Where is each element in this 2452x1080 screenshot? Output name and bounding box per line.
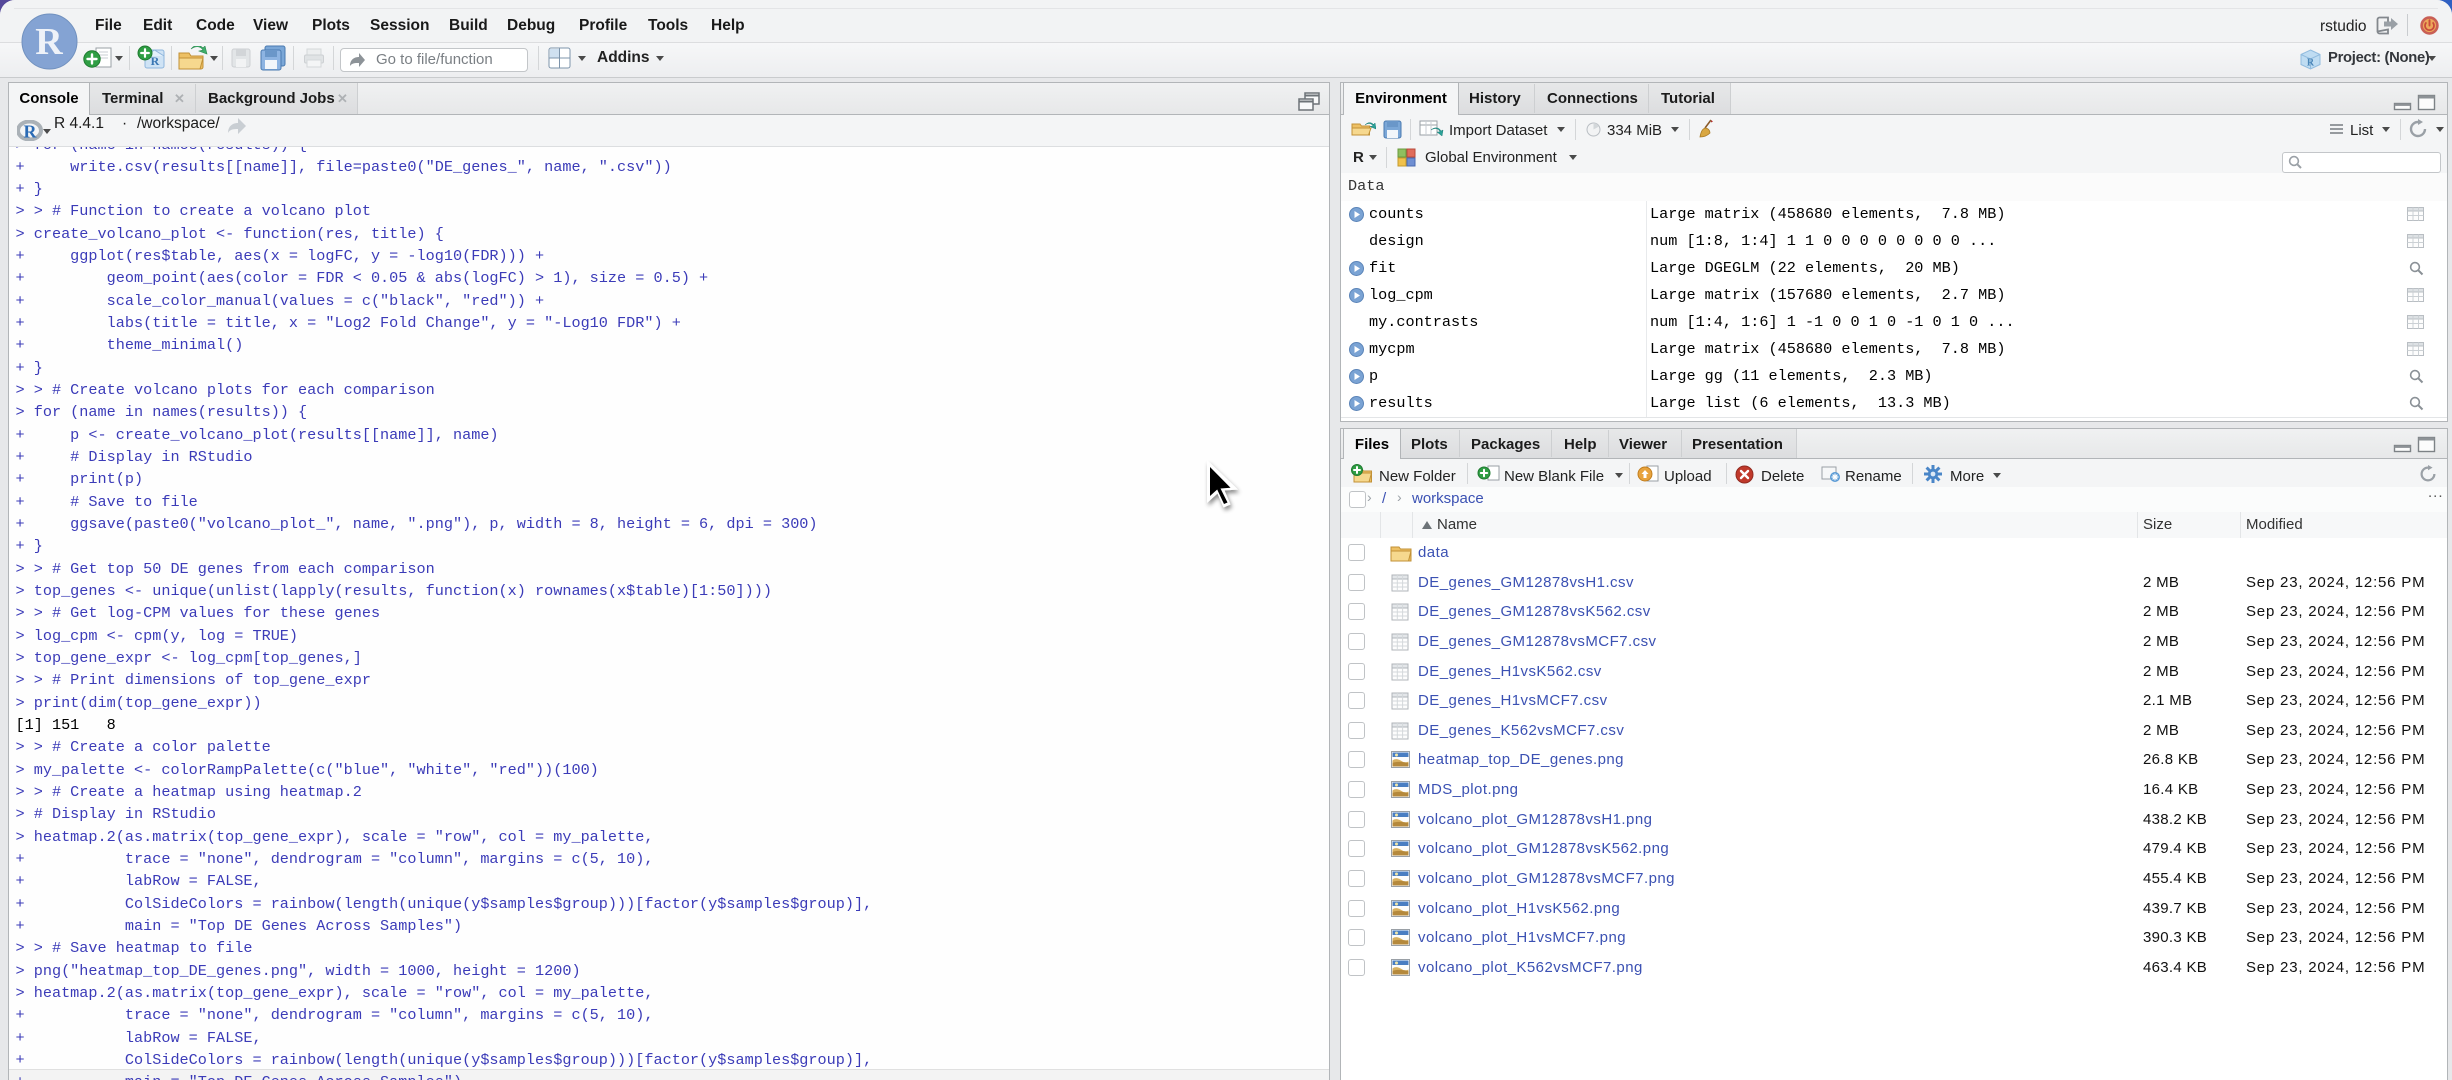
- svg-text:R: R: [24, 122, 38, 142]
- svg-text:R: R: [151, 54, 160, 68]
- svg-text:R: R: [2307, 58, 2315, 69]
- svg-text:R: R: [35, 21, 63, 63]
